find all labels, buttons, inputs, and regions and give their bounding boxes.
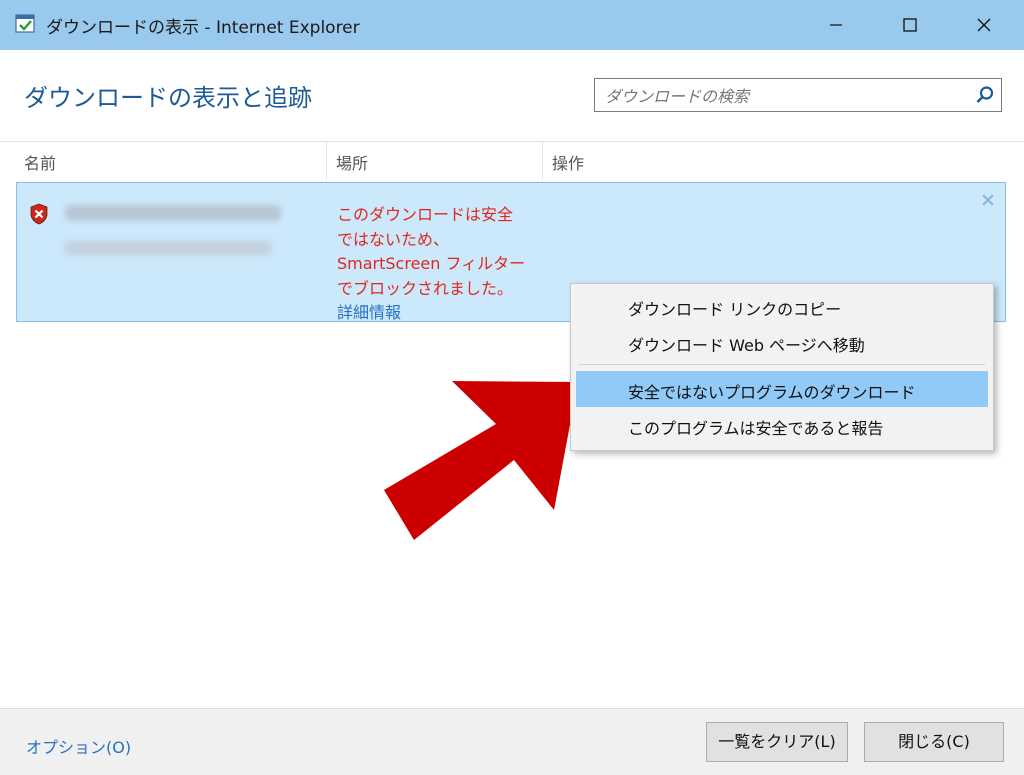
menu-item-copy-download-link[interactable]: ダウンロード リンクのコピー — [576, 288, 988, 324]
menu-item-label: ダウンロード Web ページへ移動 — [628, 336, 865, 355]
column-header-action[interactable]: 操作 — [552, 150, 584, 174]
close-icon — [977, 18, 991, 32]
menu-item-download-unsafe-program[interactable]: 安全ではないプログラムのダウンロード — [576, 371, 988, 407]
search-box[interactable] — [594, 78, 1002, 113]
page-title: ダウンロードの表示と追跡 — [24, 84, 312, 112]
title-bar: ダウンロードの表示 - Internet Explorer — [0, 0, 1024, 50]
close-button[interactable]: 閉じる(C) — [864, 722, 1004, 762]
column-header-bar: 名前 場所 操作 — [0, 141, 1024, 180]
blocked-shield-icon — [30, 203, 48, 225]
menu-item-report-safe[interactable]: このプログラムは安全であると報告 — [576, 407, 988, 443]
warning-line: このダウンロードは安全 — [337, 205, 514, 224]
maximize-icon — [903, 18, 917, 32]
details-link[interactable]: 詳細情報 — [337, 299, 401, 323]
options-link[interactable]: オプション(O) — [26, 734, 131, 758]
smartscreen-warning: このダウンロードは安全 ではないため、 SmartScreen フィルター でブ… — [337, 203, 557, 301]
menu-item-label: ダウンロード リンクのコピー — [628, 300, 842, 319]
menu-item-label: 安全ではないプログラムのダウンロード — [628, 383, 916, 402]
close-window-button[interactable] — [956, 0, 1012, 50]
menu-separator — [579, 364, 985, 365]
warning-line: でブロックされました。 — [337, 278, 514, 298]
column-divider — [542, 142, 543, 180]
minimize-button[interactable] — [808, 0, 864, 50]
column-divider — [326, 142, 327, 180]
context-menu: ダウンロード リンクのコピー ダウンロード Web ページへ移動 安全ではないプ… — [570, 283, 994, 451]
red-pointer-arrow — [384, 381, 578, 540]
download-app-icon — [15, 14, 35, 33]
blurred-file-name — [65, 205, 281, 221]
menu-item-label: このプログラムは安全であると報告 — [628, 419, 884, 438]
window-title: ダウンロードの表示 - Internet Explorer — [46, 18, 360, 38]
column-header-name[interactable]: 名前 — [24, 150, 56, 174]
footer-bar: オプション(O) 一覧をクリア(L) 閉じる(C) — [0, 708, 1024, 775]
search-icon[interactable] — [975, 85, 995, 105]
clear-list-button[interactable]: 一覧をクリア(L) — [706, 722, 848, 762]
column-header-location[interactable]: 場所 — [336, 150, 368, 174]
search-input[interactable] — [603, 79, 967, 113]
warning-line: ではないため、 — [337, 229, 450, 249]
maximize-button[interactable] — [882, 0, 938, 50]
menu-item-go-to-download-page[interactable]: ダウンロード Web ページへ移動 — [576, 324, 988, 360]
blurred-file-source — [65, 241, 271, 255]
remove-download-icon[interactable] — [981, 193, 995, 207]
warning-line: SmartScreen フィルター — [337, 254, 526, 273]
minimize-icon — [830, 24, 842, 26]
